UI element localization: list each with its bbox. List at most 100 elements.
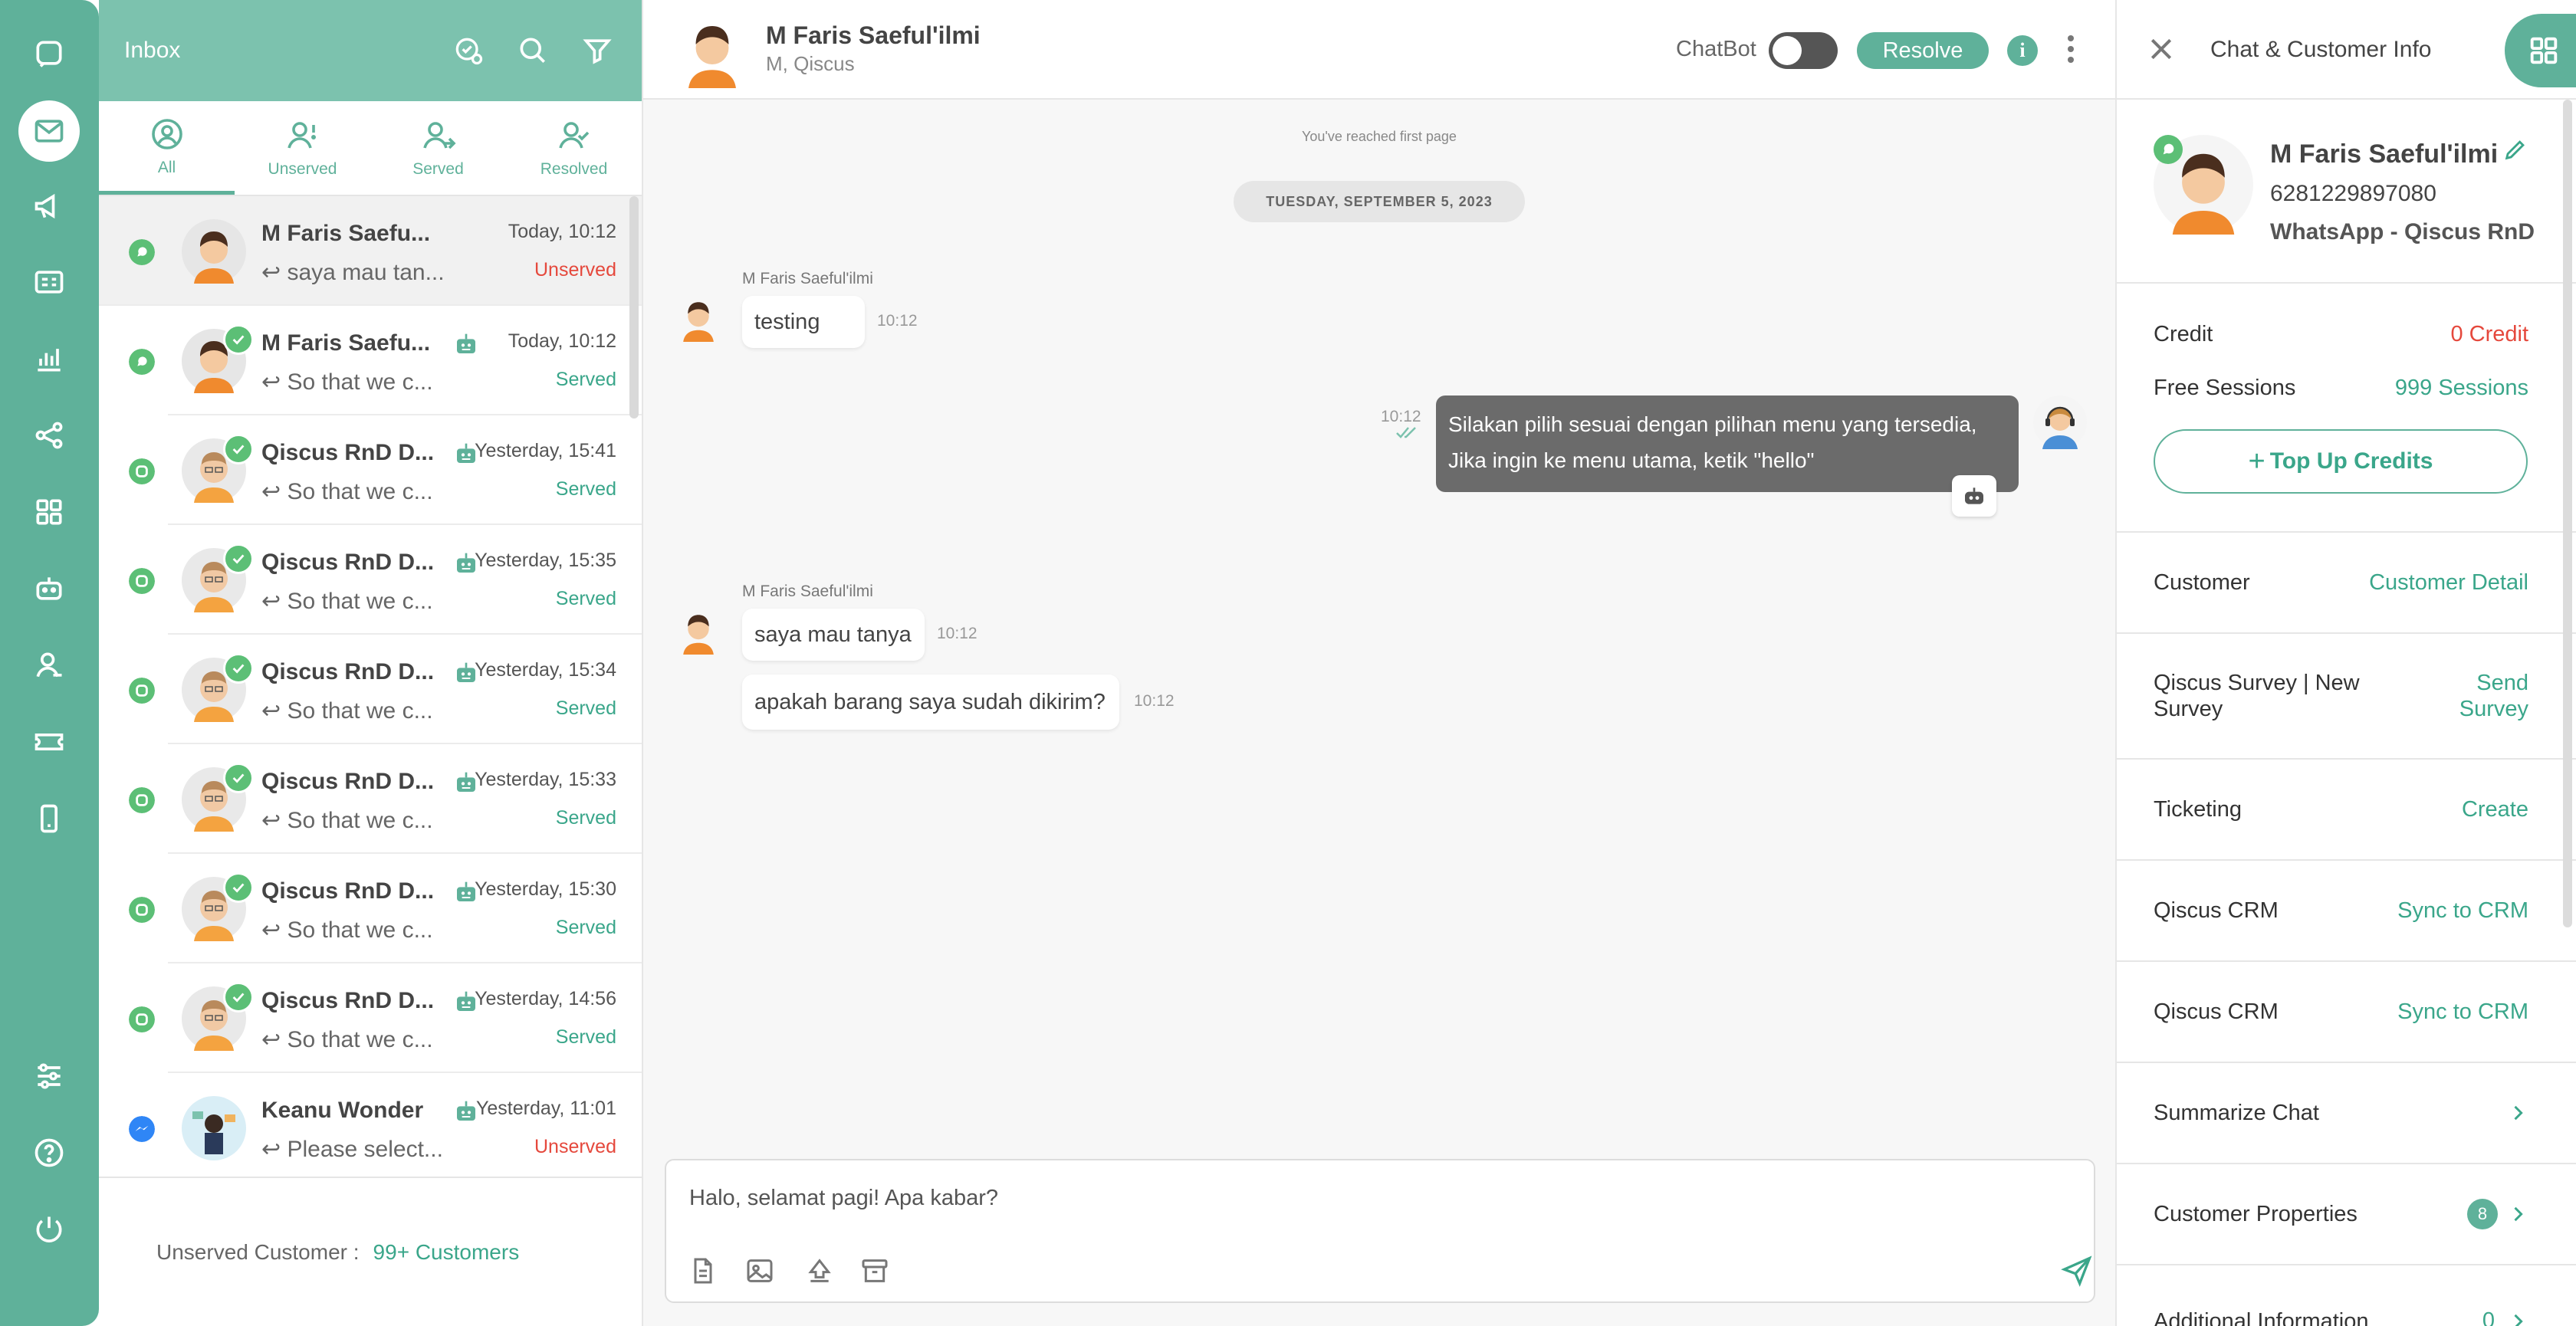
conversation-row[interactable]: Qiscus RnD D... Yesterday, 15:34 ↩ So th… xyxy=(129,635,642,744)
message-preview: ↩ So that we c... xyxy=(261,917,433,944)
info-title: Chat & Customer Info xyxy=(2210,37,2432,62)
ticket-icon[interactable] xyxy=(18,711,80,773)
list-scrollbar[interactable] xyxy=(629,196,639,418)
conversation-row[interactable]: Qiscus RnD D... Yesterday, 15:35 ↩ So th… xyxy=(129,525,642,635)
chatbot-toggle[interactable] xyxy=(1769,32,1838,69)
conversation-row[interactable]: Keanu Wonder Yesterday, 11:01 ↩ Please s… xyxy=(129,1073,642,1177)
document-attach-icon[interactable] xyxy=(688,1255,718,1286)
message-preview: ↩ So that we c... xyxy=(261,1026,433,1053)
edit-pencil-icon[interactable] xyxy=(2502,136,2528,162)
contact-name: M Faris Saefu... xyxy=(261,221,431,246)
unserved-label: Unserved Customer : xyxy=(156,1239,360,1264)
bot-icon[interactable] xyxy=(18,558,80,619)
row-label: Qiscus CRM xyxy=(2154,898,2279,923)
search-icon[interactable] xyxy=(514,31,552,70)
conversation-row[interactable]: Qiscus RnD D... Yesterday, 15:33 ↩ So th… xyxy=(129,744,642,854)
user-circle-icon xyxy=(151,118,182,149)
qiscus-channel-icon xyxy=(129,678,155,704)
summarize-chat-row[interactable]: Summarize Chat xyxy=(2117,1063,2576,1164)
served-check-icon xyxy=(223,653,254,684)
help-icon[interactable] xyxy=(18,1122,80,1183)
message-preview: ↩ saya mau tan... xyxy=(261,259,445,286)
close-icon[interactable] xyxy=(2146,34,2177,64)
preview-text: So that we c... xyxy=(287,698,433,724)
conversation-row[interactable]: M Faris Saefu... Today, 10:12 ↩ saya mau… xyxy=(99,196,642,306)
filter-icon[interactable] xyxy=(578,31,616,70)
inbox-envelope-icon[interactable] xyxy=(18,100,80,162)
conversation-time: Today, 10:12 xyxy=(508,330,616,352)
conversation-row[interactable]: Qiscus RnD D... Yesterday, 14:56 ↩ So th… xyxy=(129,963,642,1073)
avatar xyxy=(683,615,714,655)
row-label: Ticketing xyxy=(2154,797,2242,822)
message-bubble: saya mau tanya xyxy=(742,609,925,661)
messenger-icon xyxy=(129,1116,155,1142)
contact-name: Qiscus RnD D... xyxy=(261,878,435,904)
contact-card-icon[interactable] xyxy=(18,251,80,313)
more-options-icon[interactable] xyxy=(2066,35,2075,66)
archive-icon[interactable] xyxy=(859,1255,890,1286)
apps-grid-icon[interactable] xyxy=(2505,14,2576,87)
qiscus-channel-icon xyxy=(129,1006,155,1032)
send-icon[interactable] xyxy=(2060,1254,2094,1288)
conversation-row[interactable]: M Faris Saefu... Today, 10:12 ↩ So that … xyxy=(129,306,642,415)
unserved-count[interactable]: 99+ Customers xyxy=(373,1240,520,1265)
apps-grid-icon[interactable] xyxy=(18,481,80,543)
tab-resolved-label: Resolved xyxy=(540,160,608,178)
credit-section: Credit 0 Credit Free Sessions 999 Sessio… xyxy=(2117,284,2576,533)
action-line: Survey xyxy=(2459,697,2528,721)
served-check-icon xyxy=(223,982,254,1013)
additional-info-row[interactable]: Additional Information 0 xyxy=(2117,1265,2576,1326)
row-label: Qiscus Survey | New Survey xyxy=(2154,670,2360,722)
create-ticket-link[interactable]: Create xyxy=(2462,796,2528,822)
sessions-value: 999 Sessions xyxy=(2394,376,2528,400)
tab-served[interactable]: Served xyxy=(370,101,506,195)
chevron-right-icon xyxy=(2514,1314,2523,1326)
tab-all[interactable]: All xyxy=(99,101,235,195)
preview-text: So that we c... xyxy=(287,479,433,504)
status-badge: Served xyxy=(555,807,616,829)
assign-check-icon[interactable] xyxy=(449,31,488,70)
customer-detail-link[interactable]: Customer Detail xyxy=(2369,569,2528,596)
bot-icon xyxy=(457,333,475,353)
message-input[interactable] xyxy=(689,1179,1993,1217)
agent-icon[interactable] xyxy=(18,635,80,696)
customer-info-panel: Chat & Customer Info M Faris Saeful'ilmi… xyxy=(2115,0,2576,1326)
credit-row: Credit 0 Credit xyxy=(2154,322,2528,347)
inbox-tabs: All Unserved Served Resolved xyxy=(99,101,642,196)
tab-unserved[interactable]: Unserved xyxy=(235,101,370,195)
megaphone-icon[interactable] xyxy=(18,176,80,237)
reply-arrow-icon: ↩ xyxy=(261,589,288,614)
info-icon[interactable]: i xyxy=(2007,35,2038,66)
analytics-chart-icon[interactable] xyxy=(18,328,80,389)
conversation-time: Yesterday, 15:30 xyxy=(475,878,616,900)
info-scrollbar[interactable] xyxy=(2563,100,2572,927)
sync-crm-link[interactable]: Sync to CRM xyxy=(2397,999,2528,1025)
read-receipt-icon xyxy=(1396,427,1416,438)
mobile-icon[interactable] xyxy=(18,788,80,849)
upload-icon[interactable] xyxy=(804,1255,835,1286)
conversation-row[interactable]: Qiscus RnD D... Yesterday, 15:30 ↩ So th… xyxy=(129,854,642,963)
message-bubble: apakah barang saya sudah dikirim? xyxy=(742,674,1119,730)
reply-arrow-icon: ↩ xyxy=(261,917,288,943)
contact-name: Qiscus RnD D... xyxy=(261,659,435,684)
send-survey-link[interactable]: Send Survey xyxy=(2459,670,2528,722)
chat-bubble-icon[interactable] xyxy=(18,23,80,84)
power-icon[interactable] xyxy=(18,1199,80,1260)
qiscus-channel-icon xyxy=(129,897,155,923)
settings-sliders-icon[interactable] xyxy=(18,1045,80,1107)
resolve-button[interactable]: Resolve xyxy=(1857,32,1989,69)
image-attach-icon[interactable] xyxy=(744,1255,775,1286)
row-trailing: 8 xyxy=(2467,1199,2528,1229)
tab-resolved[interactable]: Resolved xyxy=(506,101,642,195)
chevron-right-icon xyxy=(2514,1206,2523,1222)
conversation-row[interactable]: Qiscus RnD D... Yesterday, 15:41 ↩ So th… xyxy=(129,415,642,525)
top-up-credits-button[interactable]: + Top Up Credits xyxy=(2154,429,2528,494)
integration-share-icon[interactable] xyxy=(18,405,80,466)
served-check-icon xyxy=(223,872,254,903)
tab-unserved-label: Unserved xyxy=(268,160,337,178)
customer-properties-row[interactable]: Customer Properties 8 xyxy=(2117,1164,2576,1265)
date-separator: TUESDAY, SEPTEMBER 5, 2023 xyxy=(1234,181,1525,222)
sync-crm-link[interactable]: Sync to CRM xyxy=(2397,898,2528,924)
preview-text: So that we c... xyxy=(287,589,433,614)
customer-row: Customer Customer Detail xyxy=(2117,533,2576,634)
